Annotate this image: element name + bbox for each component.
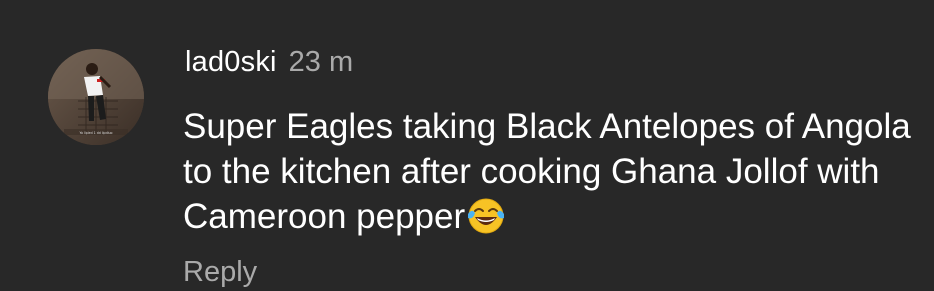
- comment-meta: lad0ski 23 m: [185, 46, 353, 86]
- avatar-photo: Yo lipied 1 dd lipdiuo: [48, 49, 144, 145]
- avatar[interactable]: Yo lipied 1 dd lipdiuo: [48, 49, 144, 145]
- comment-text: Super Eagles taking Black Antelopes of A…: [183, 107, 911, 236]
- avatar-caption: Yo lipied 1 dd lipdiuo: [80, 131, 113, 135]
- reply-button[interactable]: Reply: [183, 256, 257, 289]
- comment-item: Yo lipied 1 dd lipdiuo lad0ski 23 m Super…: [0, 0, 934, 291]
- face-with-tears-of-joy-icon: [468, 198, 505, 234]
- author-name[interactable]: lad0ski: [185, 46, 277, 78]
- comment-body: Super Eagles taking Black Antelopes of A…: [183, 104, 923, 239]
- timestamp: 23 m: [288, 46, 354, 78]
